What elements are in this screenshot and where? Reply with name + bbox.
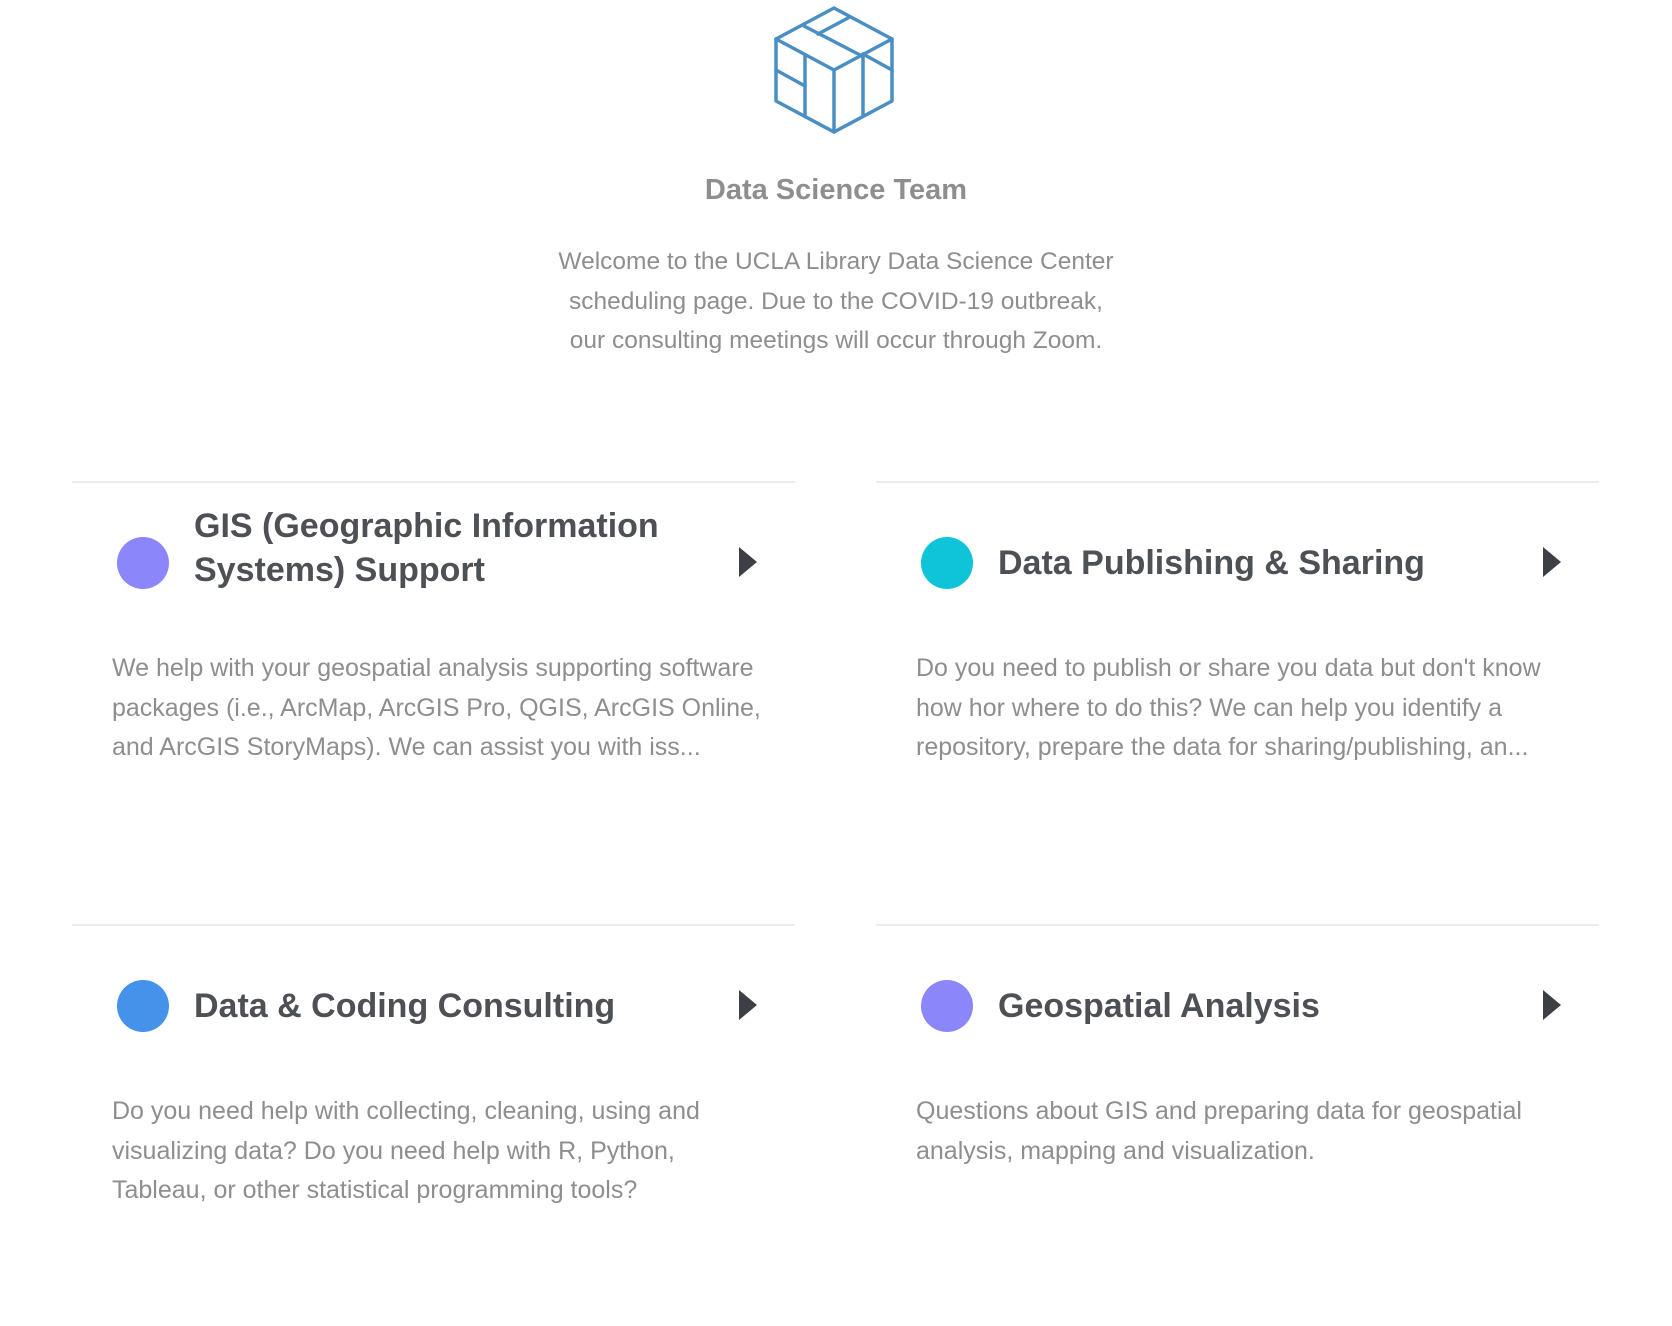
service-card-geospatial-analysis[interactable]: Geospatial Analysis Questions about GIS … (876, 924, 1599, 1326)
team-name: Data Science Team (704, 174, 968, 206)
service-color-dot (921, 537, 973, 589)
caret-right-icon[interactable] (1543, 990, 1561, 1020)
data-science-cube-logo (768, 4, 900, 138)
service-description: We help with your geospatial analysis su… (112, 654, 761, 761)
service-description: Do you need to publish or share you data… (916, 654, 1541, 761)
service-title: Data Publishing & Sharing (998, 544, 1425, 582)
service-color-dot (921, 980, 973, 1032)
service-title: GIS (Geographic Information Systems) Sup… (194, 507, 659, 589)
caret-right-icon[interactable] (1543, 547, 1561, 577)
service-card-gis[interactable]: GIS (Geographic Information Systems) Sup… (72, 481, 795, 883)
service-color-dot (117, 980, 169, 1032)
service-description: Questions about GIS and preparing data f… (916, 1097, 1522, 1165)
service-card-data-coding[interactable]: Data & Coding Consulting Do you need hel… (72, 924, 795, 1326)
service-description: Do you need help with collecting, cleani… (112, 1097, 700, 1204)
caret-right-icon[interactable] (739, 990, 757, 1020)
caret-right-icon[interactable] (739, 547, 757, 577)
service-title: Data & Coding Consulting (194, 987, 616, 1025)
welcome-message: Welcome to the UCLA Library Data Science… (558, 248, 1114, 354)
service-color-dot (117, 537, 169, 589)
service-title: Geospatial Analysis (998, 987, 1320, 1025)
service-card-data-publishing[interactable]: Data Publishing & Sharing Do you need to… (876, 481, 1599, 883)
